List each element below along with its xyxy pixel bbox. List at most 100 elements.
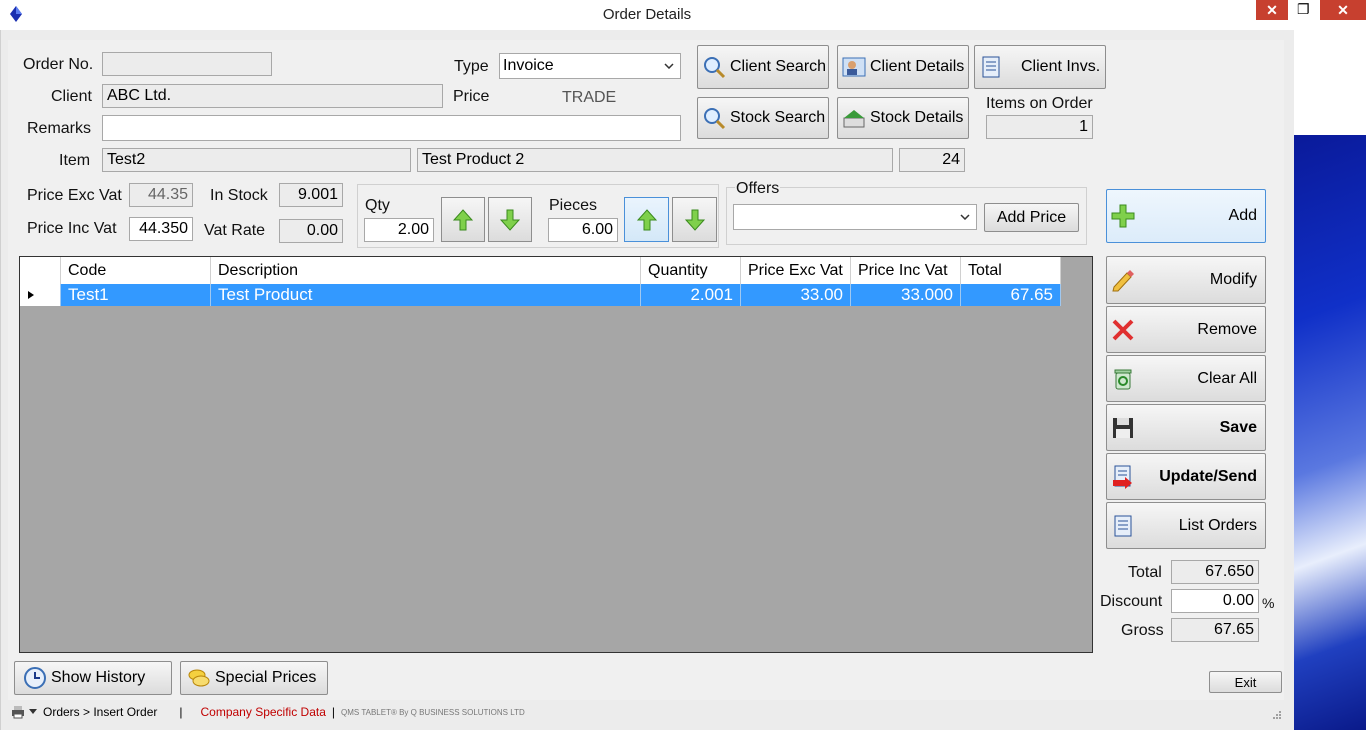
stock-search-button[interactable]: Stock Search	[697, 97, 829, 139]
arrow-down-icon	[500, 209, 520, 231]
price-exc-vat-field: 44.35	[129, 183, 193, 207]
clock-icon	[23, 666, 47, 690]
in-stock-field: 9.001	[279, 183, 343, 207]
magnifier-icon	[702, 55, 726, 79]
main-close-button[interactable]: ✕	[1320, 0, 1366, 20]
add-button[interactable]: Add	[1106, 189, 1266, 243]
item-stock-count-field: 24	[899, 148, 965, 172]
qty-up-button[interactable]	[441, 197, 485, 242]
client-invs-label: Client Invs.	[1021, 58, 1101, 75]
order-no-field[interactable]	[102, 52, 272, 76]
status-separator: |	[331, 705, 336, 719]
price-inc-vat-input[interactable]: 44.350	[129, 217, 193, 241]
floppy-disk-icon	[1111, 416, 1135, 440]
in-stock-label: In Stock	[210, 187, 268, 204]
chevron-down-icon	[664, 63, 674, 69]
stock-details-button[interactable]: Stock Details	[837, 97, 969, 139]
arrow-up-icon	[453, 208, 473, 230]
status-bar: Orders > Insert Order | Company Specific…	[8, 701, 1288, 723]
discount-input[interactable]: 0.00	[1171, 589, 1259, 613]
stock-details-label: Stock Details	[870, 109, 964, 126]
gross-label: Gross	[1121, 622, 1164, 639]
remarks-label: Remarks	[27, 120, 92, 137]
items-on-order-field: 1	[986, 115, 1093, 139]
add-label: Add	[1228, 207, 1257, 224]
client-details-label: Client Details	[870, 58, 965, 75]
table-row[interactable]: Test1 Test Product 2.001 33.00 33.000 67…	[20, 284, 1061, 306]
pieces-input[interactable]: 6.00	[548, 218, 618, 242]
discount-label: Discount	[1100, 593, 1163, 610]
column-header-code[interactable]: Code	[61, 257, 211, 284]
qty-down-button[interactable]	[488, 197, 532, 242]
window-title: Order Details	[602, 6, 692, 23]
update-send-button[interactable]: Update/Send	[1106, 453, 1266, 500]
show-history-label: Show History	[51, 669, 146, 686]
offers-select[interactable]	[733, 204, 977, 230]
client-search-button[interactable]: Client Search	[697, 45, 829, 89]
pencil-icon	[1111, 268, 1135, 292]
cell-total[interactable]: 67.65	[961, 284, 1061, 306]
document-list-icon	[979, 55, 1003, 79]
price-inc-vat-label: Price Inc Vat	[27, 220, 117, 237]
company-data-label: Company Specific Data	[200, 705, 326, 719]
remarks-input[interactable]	[102, 115, 681, 141]
column-header-quantity[interactable]: Quantity	[641, 257, 741, 284]
pieces-up-button[interactable]	[624, 197, 669, 242]
price-label: Price	[453, 88, 490, 105]
client-card-icon	[842, 55, 866, 79]
client-field[interactable]: ABC Ltd.	[102, 84, 443, 108]
column-header-price-inc-vat[interactable]: Price Inc Vat	[851, 257, 961, 284]
document-list-icon	[1111, 514, 1135, 538]
client-details-button[interactable]: Client Details	[837, 45, 969, 89]
save-button[interactable]: Save	[1106, 404, 1266, 451]
modify-button[interactable]: Modify	[1106, 256, 1266, 304]
vat-rate-label: Vat Rate	[204, 222, 266, 239]
remove-button[interactable]: Remove	[1106, 306, 1266, 353]
status-separator: |	[179, 705, 183, 719]
total-label: Total	[1128, 564, 1162, 581]
close-button[interactable]: ✕	[1256, 0, 1288, 20]
cell-quantity[interactable]: 2.001	[641, 284, 741, 306]
pieces-down-button[interactable]	[672, 197, 717, 242]
breadcrumb: Orders > Insert Order	[43, 705, 158, 719]
arrow-up-icon	[636, 208, 657, 230]
add-price-button[interactable]: Add Price	[984, 203, 1079, 232]
coins-icon	[187, 666, 211, 690]
type-select[interactable]: Invoice	[499, 53, 681, 79]
column-header-price-exc-vat[interactable]: Price Exc Vat	[741, 257, 851, 284]
pieces-label: Pieces	[549, 197, 598, 214]
special-prices-label: Special Prices	[215, 669, 317, 686]
chevron-down-icon	[960, 214, 970, 220]
clear-all-button[interactable]: Clear All	[1106, 355, 1266, 402]
vat-rate-field: 0.00	[279, 219, 343, 243]
cell-price-inc-vat[interactable]: 33.000	[851, 284, 961, 306]
restore-icon[interactable]: ❐	[1297, 2, 1311, 16]
item-description-field: Test Product 2	[417, 148, 893, 172]
update-send-label: Update/Send	[1159, 467, 1257, 485]
arrow-down-icon	[684, 209, 705, 231]
row-pointer-icon	[28, 291, 34, 299]
column-header-description[interactable]: Description	[211, 257, 641, 284]
cell-description[interactable]: Test Product	[211, 284, 641, 306]
item-code-field[interactable]: Test2	[102, 148, 411, 172]
qty-label: Qty	[365, 197, 390, 214]
row-selector[interactable]	[20, 284, 61, 306]
dropdown-arrow-icon[interactable]	[29, 709, 37, 715]
special-prices-button[interactable]: Special Prices	[180, 661, 328, 695]
client-invs-button[interactable]: Client Invs.	[974, 45, 1106, 89]
resize-grip-icon[interactable]	[1272, 710, 1282, 720]
column-header-total[interactable]: Total	[961, 257, 1061, 284]
qty-input[interactable]: 2.00	[364, 218, 434, 242]
remove-label: Remove	[1197, 320, 1257, 338]
recycle-bin-icon	[1111, 367, 1135, 391]
order-lines-grid[interactable]: Code Description Quantity Price Exc Vat …	[19, 256, 1093, 653]
show-history-button[interactable]: Show History	[14, 661, 172, 695]
cell-code[interactable]: Test1	[61, 284, 211, 306]
printer-icon[interactable]	[11, 705, 25, 719]
list-orders-label: List Orders	[1178, 516, 1257, 534]
discount-unit: %	[1262, 595, 1275, 611]
save-label: Save	[1219, 418, 1257, 436]
exit-button[interactable]: Exit	[1209, 671, 1282, 693]
list-orders-button[interactable]: List Orders	[1106, 502, 1266, 549]
cell-price-exc-vat[interactable]: 33.00	[741, 284, 851, 306]
